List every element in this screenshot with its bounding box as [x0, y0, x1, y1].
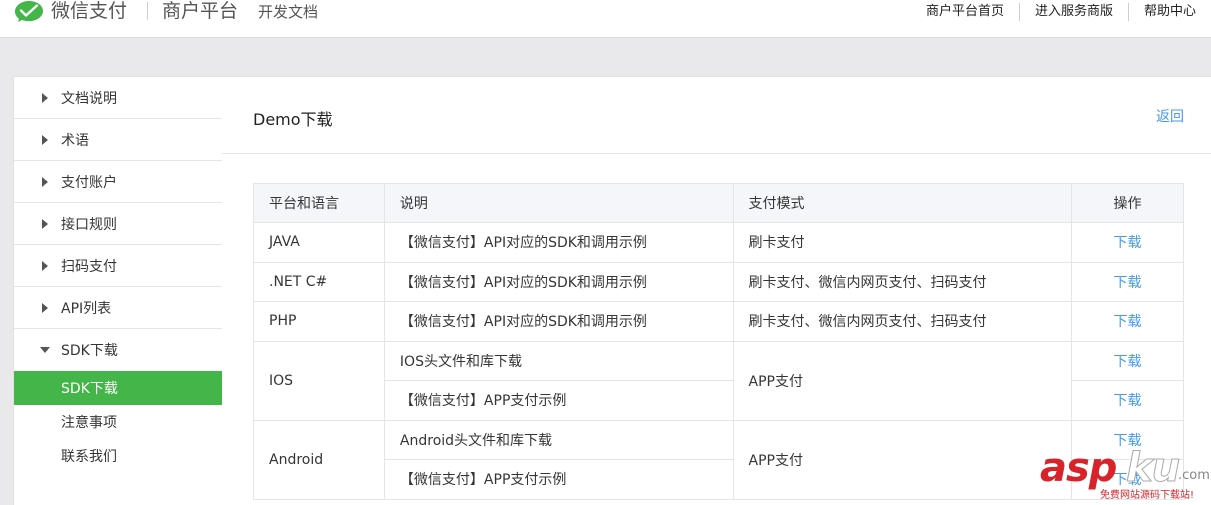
- sidebar-item-label: 文档说明: [61, 90, 117, 107]
- cell-description: 【微信支付】API对应的SDK和调用示例: [383, 261, 734, 302]
- cell-description: 【微信支付】APP支付示例: [383, 380, 734, 421]
- download-link[interactable]: 下载: [1114, 314, 1142, 330]
- sidebar-item-api-list[interactable]: API列表: [14, 287, 222, 329]
- caret-right-icon: [42, 302, 48, 313]
- download-link[interactable]: 下载: [1114, 235, 1142, 251]
- cell-action: 下载: [1071, 261, 1184, 302]
- table-row: PHP 【微信支付】API对应的SDK和调用示例 刷卡支付、微信内网页支付、扫码…: [253, 301, 1184, 342]
- download-link[interactable]: 下载: [1114, 275, 1142, 291]
- nav-service-provider[interactable]: 进入服务商版: [1018, 3, 1128, 21]
- main-header: Demo下载 返回: [222, 77, 1211, 154]
- caret-right-icon: [42, 134, 48, 145]
- cell-platform: .NET C#: [253, 261, 385, 302]
- sidebar-item-sdk-download[interactable]: SDK下载: [14, 329, 222, 371]
- watermark-logo: asp ku .com 免费网站源码下载站!: [1040, 446, 1210, 504]
- top-header: 微信支付 商户平台 开发文档 商户平台首页 进入服务商版 帮助中心: [0, 0, 1211, 38]
- watermark-subtitle: 免费网站源码下载站!: [1100, 490, 1195, 501]
- back-link[interactable]: 返回: [1156, 106, 1184, 126]
- table-row: .NET C# 【微信支付】API对应的SDK和调用示例 刷卡支付、微信内网页支…: [253, 261, 1184, 302]
- sidebar-item-label: SDK下载: [61, 343, 118, 359]
- cell-action: 下载: [1071, 301, 1184, 342]
- sidebar-item-terms[interactable]: 术语: [14, 119, 222, 161]
- cell-pay-mode: APP支付: [732, 340, 1073, 421]
- col-header-description: 说明: [383, 183, 734, 223]
- cell-description: 【微信支付】APP支付示例: [383, 459, 734, 500]
- sidebar-subitem-sdk-download[interactable]: SDK下载: [14, 371, 222, 405]
- cell-pay-mode: APP支付: [732, 419, 1073, 500]
- cell-description: 【微信支付】API对应的SDK和调用示例: [383, 222, 734, 263]
- caret-right-icon: [42, 218, 48, 229]
- cell-pay-mode: 刷卡支付: [732, 222, 1073, 263]
- sidebar-item-api-rules[interactable]: 接口规则: [14, 203, 222, 245]
- sidebar: 文档说明 术语 支付账户 接口规则 扫码支付 API列表 SDK下载 SDK下载…: [13, 76, 223, 505]
- sidebar-subitem-notes[interactable]: 注意事项: [14, 405, 222, 439]
- col-header-action: 操作: [1071, 183, 1184, 223]
- cell-platform: PHP: [253, 301, 385, 342]
- sidebar-item-label: API列表: [61, 300, 112, 317]
- page-title: Demo下载: [253, 110, 333, 129]
- sidebar-item-label: 支付账户: [61, 174, 117, 191]
- cell-description: IOS头文件和库下载: [383, 340, 734, 381]
- sidebar-item-label: 术语: [61, 132, 89, 149]
- table-row: JAVA 【微信支付】API对应的SDK和调用示例 刷卡支付 下载: [253, 222, 1184, 263]
- download-link[interactable]: 下载: [1114, 393, 1142, 409]
- watermark-com: .com: [1178, 468, 1210, 483]
- cell-action: 下载: [1071, 222, 1184, 263]
- watermark-ku: ku: [1125, 445, 1180, 491]
- caret-right-icon: [42, 176, 48, 187]
- table-row: IOS IOS头文件和库下载 APP支付 下载: [253, 340, 1184, 421]
- cell-platform: JAVA: [253, 222, 385, 263]
- cell-action: 下载: [1071, 380, 1184, 421]
- nav-merchant-home[interactable]: 商户平台首页: [911, 3, 1019, 21]
- sidebar-item-label: 扫码支付: [61, 258, 117, 275]
- sidebar-subitem-contact[interactable]: 联系我们: [14, 439, 222, 473]
- cell-description: 【微信支付】API对应的SDK和调用示例: [383, 301, 734, 342]
- cell-action: 下载: [1071, 340, 1184, 381]
- sidebar-item-qr-pay[interactable]: 扫码支付: [14, 245, 222, 287]
- top-nav: 商户平台首页 进入服务商版 帮助中心: [911, 2, 1211, 22]
- brand-sub[interactable]: 商户平台: [162, 0, 238, 22]
- wechat-pay-logo-icon[interactable]: [14, 0, 44, 22]
- brand-divider: [147, 2, 148, 20]
- caret-right-icon: [42, 92, 48, 103]
- brand-name[interactable]: 微信支付: [51, 0, 127, 22]
- cell-pay-mode: 刷卡支付、微信内网页支付、扫码支付: [732, 261, 1073, 302]
- download-link[interactable]: 下载: [1114, 354, 1142, 370]
- cell-platform: Android: [253, 419, 385, 500]
- sidebar-item-doc-intro[interactable]: 文档说明: [14, 77, 222, 119]
- sidebar-item-label: 接口规则: [61, 216, 117, 233]
- nav-help-center[interactable]: 帮助中心: [1127, 3, 1211, 21]
- caret-right-icon: [42, 260, 48, 271]
- sidebar-item-pay-account[interactable]: 支付账户: [14, 161, 222, 203]
- brand-doc-label: 开发文档: [258, 3, 319, 21]
- cell-platform: IOS: [253, 340, 385, 421]
- watermark-asp: asp: [1040, 445, 1117, 491]
- col-header-platform: 平台和语言: [253, 183, 385, 223]
- cell-pay-mode: 刷卡支付、微信内网页支付、扫码支付: [732, 301, 1073, 342]
- table-header-row: 平台和语言 说明 支付模式 操作: [253, 183, 1184, 223]
- col-header-pay-mode: 支付模式: [732, 183, 1073, 223]
- cell-description: Android头文件和库下载: [383, 419, 734, 460]
- caret-down-icon: [40, 347, 50, 353]
